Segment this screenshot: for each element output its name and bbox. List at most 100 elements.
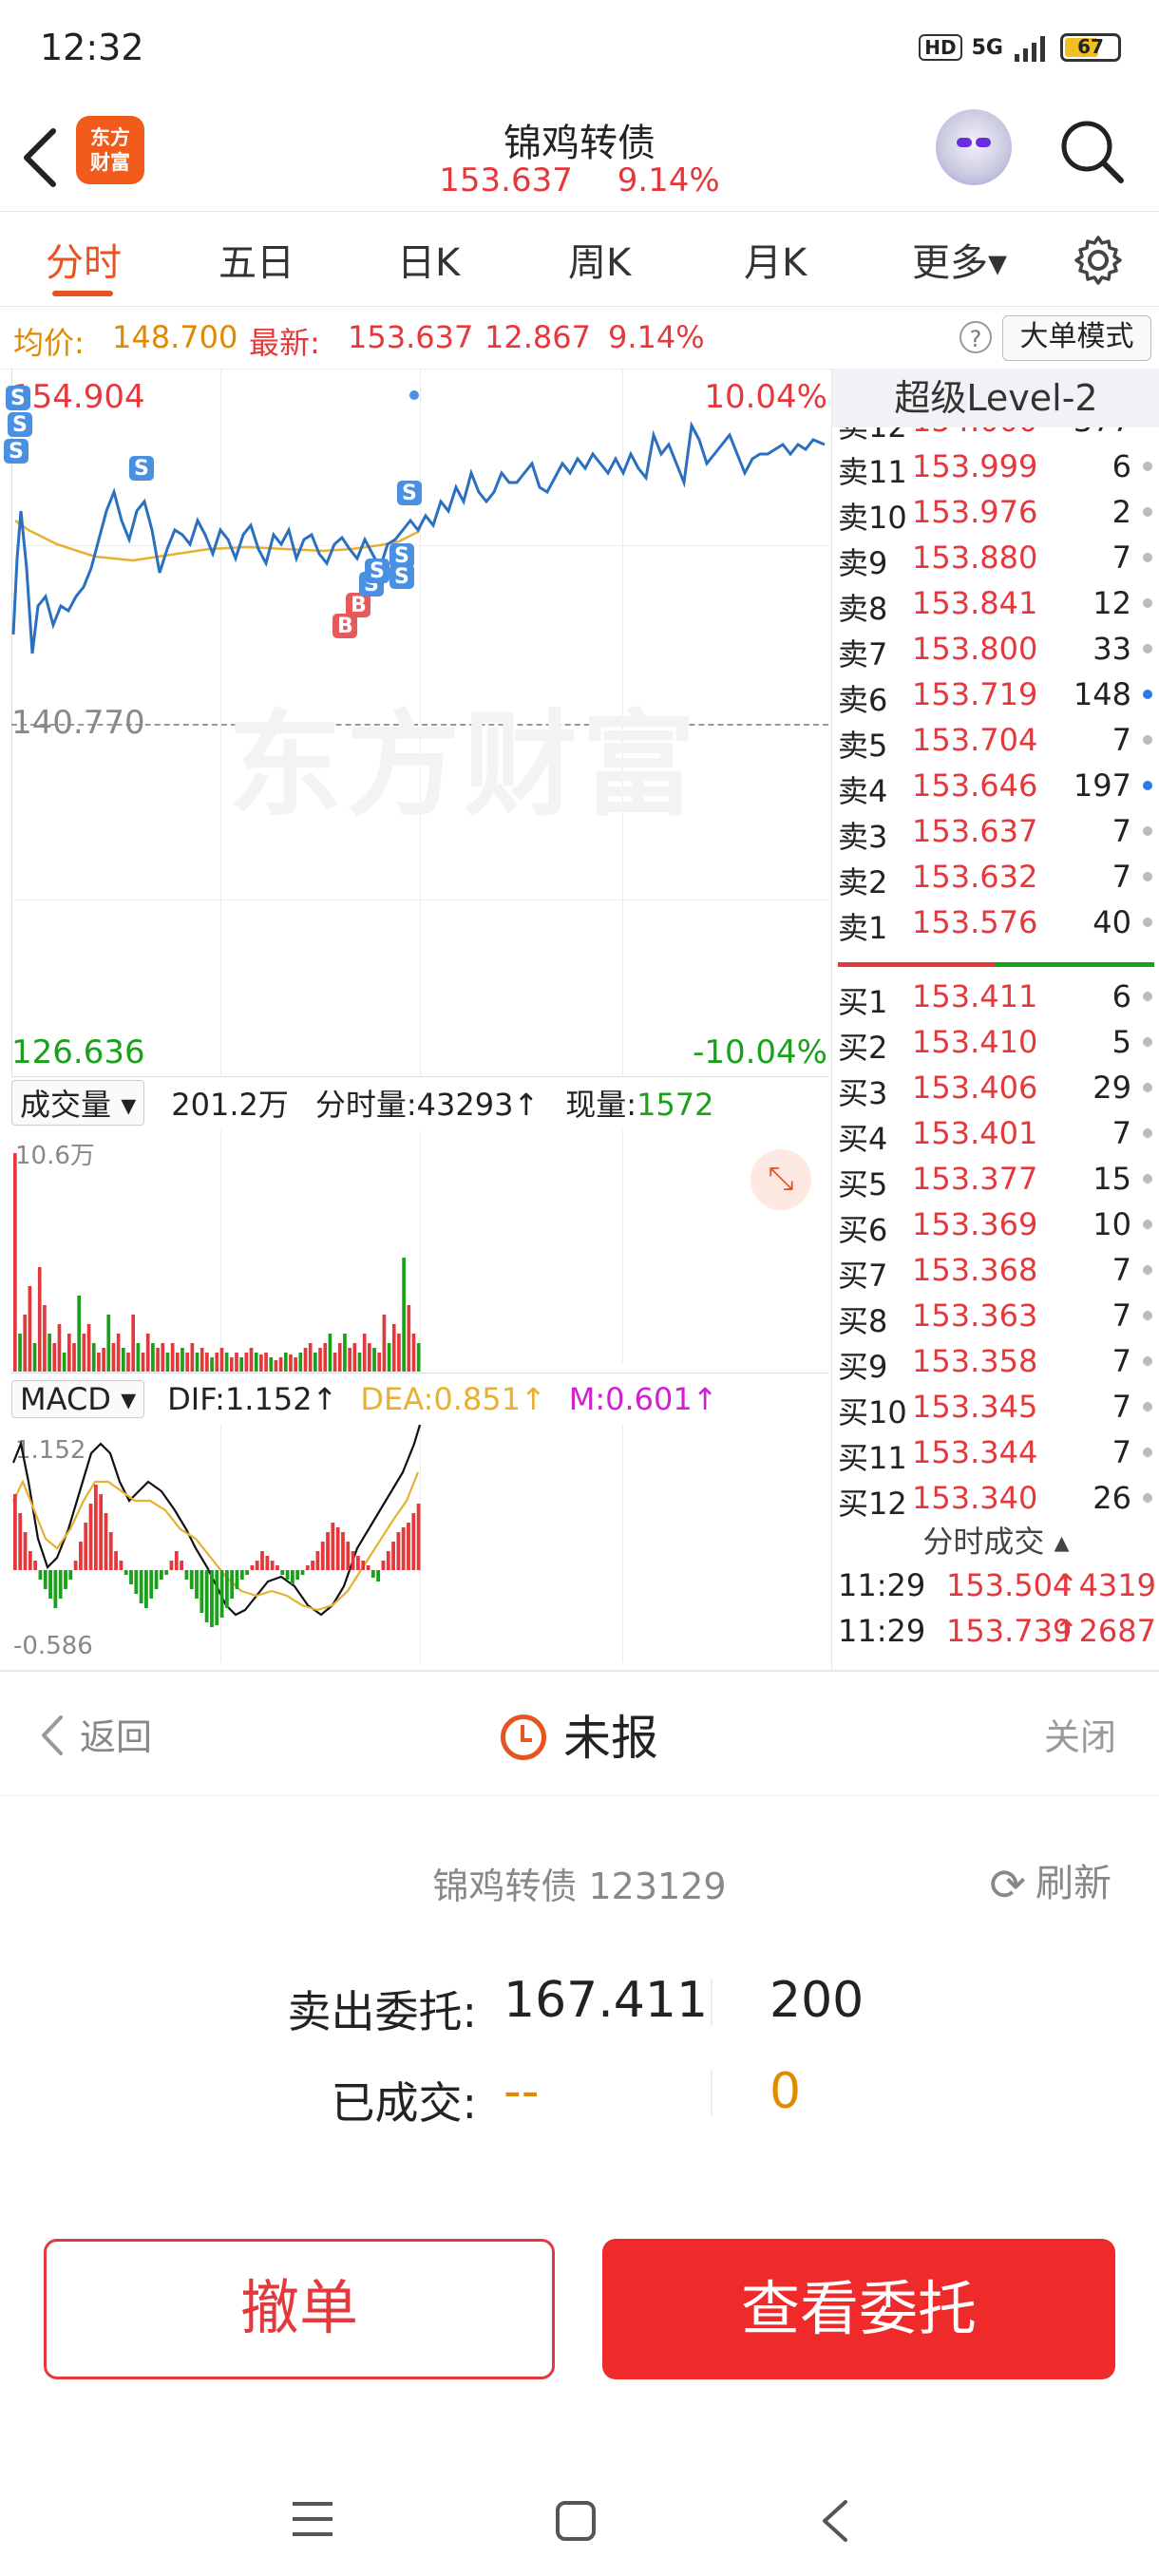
ask-row[interactable]: 卖6 153.719 148	[832, 676, 1159, 722]
bid-row[interactable]: 买7 153.368 7	[832, 1252, 1159, 1297]
view-orders-button[interactable]: 查看委托	[602, 2239, 1115, 2379]
bid-row[interactable]: 买6 153.369 10	[832, 1206, 1159, 1252]
bid-row[interactable]: 买1 153.411 6	[832, 978, 1159, 1024]
ask-level-label: 卖3	[838, 819, 888, 855]
bid-qty: 5	[1112, 1024, 1131, 1060]
volume-bar-chart	[13, 1153, 421, 1372]
bid-row[interactable]: 买9 153.358 7	[832, 1343, 1159, 1389]
home-icon[interactable]	[555, 2500, 597, 2542]
ask-level-label: 卖5	[838, 728, 888, 764]
tab-intraday[interactable]: 分时	[46, 232, 122, 287]
bid-level-label: 买5	[838, 1166, 888, 1203]
ask-indicator-dot	[1143, 735, 1152, 745]
active-tab-indicator	[52, 291, 113, 296]
bid-indicator-dot	[1143, 1128, 1152, 1138]
ask-qty: 33	[1092, 631, 1131, 667]
bid-qty: 7	[1112, 1434, 1131, 1470]
ask-price: 153.646	[912, 767, 1038, 804]
bid-qty: 29	[1092, 1070, 1131, 1106]
search-icon	[1061, 121, 1124, 183]
trade-tick-row: 11:29 153.739 ↑2687	[832, 1613, 1159, 1660]
close-button[interactable]: 关闭	[1044, 1708, 1116, 1760]
ask-price: 153.576	[912, 904, 1038, 940]
volume-selector-dropdown[interactable]: 成交量 ▾	[11, 1080, 145, 1126]
ask-qty: 197	[1073, 767, 1131, 804]
bid-indicator-dot	[1143, 1402, 1152, 1411]
bid-indicator-dot	[1143, 1311, 1152, 1320]
ask-row[interactable]: 卖4 153.646 197	[832, 767, 1159, 813]
latest-price-value: 153.637	[348, 319, 474, 355]
ask-qty: 12	[1092, 585, 1131, 621]
bid-row[interactable]: 买4 153.401 7	[832, 1115, 1159, 1161]
bid-indicator-dot	[1143, 1356, 1152, 1366]
ask-level-label: 卖7	[838, 636, 888, 672]
ask-level-label: 卖8	[838, 591, 888, 627]
hd-icon: HD	[919, 34, 962, 61]
bid-qty: 7	[1112, 1389, 1131, 1425]
tab-monthly-k[interactable]: 月K	[744, 232, 807, 287]
macd-selector-dropdown[interactable]: MACD ▾	[11, 1380, 145, 1418]
bid-price: 153.411	[912, 978, 1038, 1014]
tab-five-day[interactable]: 五日	[218, 232, 294, 287]
ask-indicator-dot	[1143, 872, 1152, 881]
back-nav-icon[interactable]	[819, 2498, 851, 2544]
ask-row[interactable]: 卖10 153.976 2	[832, 494, 1159, 540]
tab-daily-k[interactable]: 日K	[397, 232, 460, 287]
bid-row[interactable]: 买10 153.345 7	[832, 1389, 1159, 1434]
ask-row[interactable]: 卖2 153.632 7	[832, 859, 1159, 904]
trade-tick-row: 11:29 153.504 ↑4319	[832, 1567, 1159, 1615]
help-icon[interactable]: ?	[960, 321, 992, 353]
ask-row[interactable]: 卖7 153.800 33	[832, 631, 1159, 676]
menu-icon[interactable]	[291, 2500, 334, 2538]
bid-qty: 7	[1112, 1115, 1131, 1151]
ask-row[interactable]: 卖11 153.999 6	[832, 448, 1159, 494]
bid-row[interactable]: 买8 153.363 7	[832, 1297, 1159, 1343]
quote-info-row: 均价: 148.700 最新: 153.637 12.867 9.14% ? 大…	[0, 306, 1159, 369]
tab-weekly-k[interactable]: 周K	[568, 232, 631, 287]
bid-indicator-dot	[1143, 1220, 1152, 1229]
level2-tab[interactable]: 超级Level-2	[832, 369, 1159, 427]
bid-price: 153.406	[912, 1070, 1038, 1106]
bid-indicator-dot	[1143, 1037, 1152, 1047]
bid-qty: 26	[1092, 1480, 1131, 1516]
ask-row[interactable]: 卖5 153.704 7	[832, 722, 1159, 767]
ask-qty: 148	[1073, 676, 1131, 712]
sell-order-qty: 200	[770, 1972, 864, 2029]
ask-row[interactable]: 卖8 153.841 12	[832, 585, 1159, 631]
bid-qty: 7	[1112, 1252, 1131, 1288]
ask-row[interactable]: 卖9 153.880 7	[832, 540, 1159, 585]
ask-level-label: 卖2	[838, 864, 888, 900]
ask-indicator-dot	[1143, 918, 1152, 927]
tab-more[interactable]: 更多▾	[912, 232, 1007, 287]
search-button[interactable]	[1054, 114, 1130, 190]
intraday-trades-header[interactable]: 分时成交 ▴	[832, 1518, 1159, 1565]
ask-indicator-dot	[1143, 598, 1152, 608]
refresh-button[interactable]: ⟳ 刷新	[989, 1852, 1112, 1910]
filled-price: --	[504, 2063, 540, 2120]
bid-row[interactable]: 买11 153.344 7	[832, 1434, 1159, 1480]
ask-row[interactable]: 卖1 153.576 40	[832, 904, 1159, 950]
ask-row[interactable]: 卖3 153.637 7	[832, 813, 1159, 859]
ask-indicator-dot	[1143, 644, 1152, 653]
bid-indicator-dot	[1143, 992, 1152, 1001]
big-order-mode-button[interactable]: 大单模式	[1002, 315, 1151, 361]
filled-label: 已成交:	[331, 2077, 478, 2129]
ask-qty: 7	[1112, 540, 1131, 576]
bid-level-label: 买7	[838, 1258, 888, 1294]
bid-row[interactable]: 买5 153.377 15	[832, 1161, 1159, 1206]
cancel-order-button[interactable]: 撤单	[44, 2239, 555, 2379]
bid-level-label: 买6	[838, 1212, 888, 1248]
bid-price: 153.410	[912, 1024, 1038, 1060]
bid-level-label: 买8	[838, 1303, 888, 1339]
bid-indicator-dot	[1143, 1493, 1152, 1503]
bid-price: 153.368	[912, 1252, 1038, 1288]
bid-price: 153.345	[912, 1389, 1038, 1425]
ask-level-label: 卖10	[838, 500, 907, 536]
bid-row[interactable]: 买2 153.410 5	[832, 1024, 1159, 1070]
ask-qty: 7	[1112, 813, 1131, 849]
change-value: 12.867	[484, 319, 591, 355]
assistant-robot-icon[interactable]	[936, 109, 1012, 185]
bid-row[interactable]: 买3 153.406 29	[832, 1070, 1159, 1115]
intraday-price-chart[interactable]: S S S S B B S S S S S	[0, 369, 831, 1076]
settings-button[interactable]	[1072, 234, 1125, 287]
